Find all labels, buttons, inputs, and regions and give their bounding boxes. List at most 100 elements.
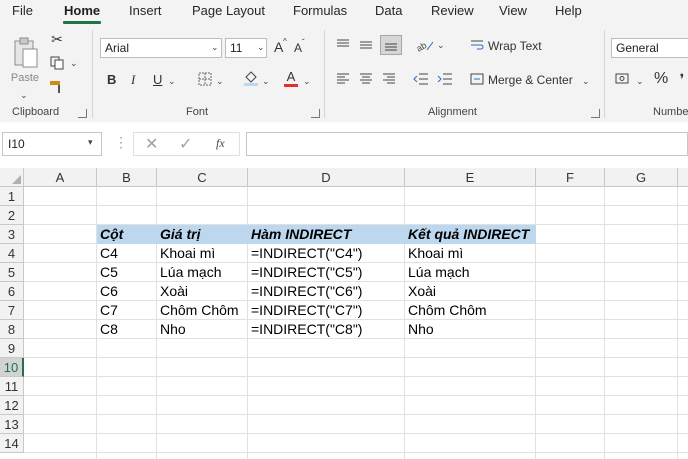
- font-color-dropdown-icon[interactable]: ⌄: [303, 76, 311, 87]
- spreadsheet-grid[interactable]: A B C D E F G 1 2 3 4 5 6 7 8 9 10 11 12…: [0, 168, 688, 459]
- row-header-4[interactable]: 4: [0, 244, 24, 263]
- wrap-text-icon[interactable]: [469, 36, 485, 54]
- menu-help[interactable]: Help: [555, 3, 582, 18]
- table-cell[interactable]: Lúa mạch: [405, 263, 536, 282]
- column-header-d[interactable]: D: [248, 168, 405, 187]
- menu-data[interactable]: Data: [375, 3, 402, 18]
- italic-button[interactable]: I: [131, 72, 135, 88]
- percent-button[interactable]: %: [654, 70, 668, 88]
- row-header-13[interactable]: 13: [0, 415, 24, 434]
- table-cell[interactable]: C4: [97, 244, 157, 263]
- format-painter-icon[interactable]: [48, 78, 66, 96]
- wrap-text-button[interactable]: Wrap Text: [488, 39, 542, 53]
- underline-button[interactable]: U: [153, 72, 162, 87]
- align-middle-icon[interactable]: [357, 36, 375, 54]
- copy-icon[interactable]: [48, 54, 66, 72]
- row-header-9[interactable]: 9: [0, 339, 24, 358]
- menu-formulas[interactable]: Formulas: [293, 3, 347, 18]
- name-box[interactable]: I10: [2, 132, 102, 156]
- menu-review[interactable]: Review: [431, 3, 474, 18]
- table-cell[interactable]: Nho: [157, 320, 248, 339]
- enter-check-icon[interactable]: ✓: [179, 134, 192, 154]
- cancel-icon[interactable]: ✕: [145, 134, 158, 154]
- orientation-dropdown-icon[interactable]: ⌄: [437, 40, 445, 51]
- paste-button[interactable]: Paste: [8, 30, 42, 90]
- menu-home[interactable]: Home: [64, 3, 100, 18]
- row-header-7[interactable]: 7: [0, 301, 24, 320]
- accounting-format-icon[interactable]: [613, 70, 635, 88]
- row-header-10-selected[interactable]: 10: [0, 358, 24, 377]
- grow-font-button[interactable]: A: [274, 39, 283, 55]
- row-header-14[interactable]: 14: [0, 434, 24, 453]
- row-header-11[interactable]: 11: [0, 377, 24, 396]
- font-name-select[interactable]: Arial: [100, 38, 222, 58]
- table-cell[interactable]: C5: [97, 263, 157, 282]
- table-cell[interactable]: =INDIRECT("C6"): [248, 282, 405, 301]
- row-header-12[interactable]: 12: [0, 396, 24, 415]
- merge-dropdown-icon[interactable]: ⌄: [582, 76, 590, 87]
- table-header-cell[interactable]: Kết quả INDIRECT: [405, 225, 536, 244]
- table-cell[interactable]: Nho: [405, 320, 536, 339]
- accounting-dropdown-icon[interactable]: ⌄: [636, 76, 644, 87]
- menu-view[interactable]: View: [499, 3, 527, 18]
- paste-dropdown-icon[interactable]: ⌄: [20, 90, 28, 101]
- column-header-g[interactable]: G: [605, 168, 678, 187]
- comma-style-icon[interactable]: ❜: [676, 70, 688, 88]
- column-header-partial[interactable]: [678, 168, 688, 187]
- table-cell[interactable]: =INDIRECT("C7"): [248, 301, 405, 320]
- table-cell[interactable]: Xoài: [157, 282, 248, 301]
- table-cell[interactable]: C7: [97, 301, 157, 320]
- table-cell[interactable]: C6: [97, 282, 157, 301]
- column-header-b[interactable]: B: [97, 168, 157, 187]
- clipboard-launcher-icon[interactable]: [78, 109, 87, 118]
- align-right-icon[interactable]: [380, 70, 398, 88]
- orientation-icon[interactable]: ab: [414, 36, 436, 54]
- decrease-indent-icon[interactable]: [412, 70, 430, 88]
- font-color-button[interactable]: A: [282, 68, 300, 88]
- table-cell[interactable]: Chôm Chôm: [405, 301, 536, 320]
- row-header-3[interactable]: 3: [0, 225, 24, 244]
- table-header-cell[interactable]: Cột: [97, 225, 157, 244]
- menu-file[interactable]: File: [12, 3, 33, 18]
- column-header-c[interactable]: C: [157, 168, 248, 187]
- column-header-e[interactable]: E: [405, 168, 536, 187]
- select-all-corner[interactable]: [0, 168, 24, 187]
- align-left-icon[interactable]: [334, 70, 352, 88]
- table-header-cell[interactable]: Hàm INDIRECT: [248, 225, 405, 244]
- shrink-font-button[interactable]: A: [294, 41, 302, 55]
- bold-button[interactable]: B: [107, 72, 116, 87]
- table-header-cell[interactable]: Giá trị: [157, 225, 248, 244]
- align-bottom-icon[interactable]: [380, 35, 402, 55]
- fill-color-dropdown-icon[interactable]: ⌄: [262, 76, 270, 87]
- row-header-2[interactable]: 2: [0, 206, 24, 225]
- row-header-5[interactable]: 5: [0, 263, 24, 282]
- alignment-launcher-icon[interactable]: [591, 109, 600, 118]
- cut-icon[interactable]: ✂: [48, 30, 66, 48]
- menu-page-layout[interactable]: Page Layout: [192, 3, 265, 18]
- fill-color-icon[interactable]: [242, 68, 260, 88]
- underline-dropdown-icon[interactable]: ⌄: [168, 76, 176, 87]
- number-format-select[interactable]: General: [611, 38, 688, 58]
- menu-insert[interactable]: Insert: [129, 3, 162, 18]
- font-launcher-icon[interactable]: [311, 109, 320, 118]
- borders-dropdown-icon[interactable]: ⌄: [216, 76, 224, 87]
- table-cell[interactable]: =INDIRECT("C4"): [248, 244, 405, 263]
- table-cell[interactable]: Khoai mì: [157, 244, 248, 263]
- table-cell[interactable]: =INDIRECT("C5"): [248, 263, 405, 282]
- table-cell[interactable]: Xoài: [405, 282, 536, 301]
- more-options-icon[interactable]: ⋮: [114, 134, 128, 151]
- merge-center-button[interactable]: Merge & Center: [488, 73, 573, 87]
- borders-icon[interactable]: [196, 70, 214, 88]
- increase-indent-icon[interactable]: [436, 70, 454, 88]
- table-cell[interactable]: Khoai mì: [405, 244, 536, 263]
- align-top-icon[interactable]: [334, 36, 352, 54]
- table-cell[interactable]: =INDIRECT("C8"): [248, 320, 405, 339]
- table-cell[interactable]: Chôm Chôm: [157, 301, 248, 320]
- formula-input[interactable]: [246, 132, 688, 156]
- table-cell[interactable]: Lúa mạch: [157, 263, 248, 282]
- align-center-icon[interactable]: [357, 70, 375, 88]
- row-header-1[interactable]: 1: [0, 187, 24, 206]
- name-box-dropdown-icon[interactable]: ▾: [88, 137, 93, 148]
- column-header-a[interactable]: A: [24, 168, 97, 187]
- merge-center-icon[interactable]: [469, 70, 485, 88]
